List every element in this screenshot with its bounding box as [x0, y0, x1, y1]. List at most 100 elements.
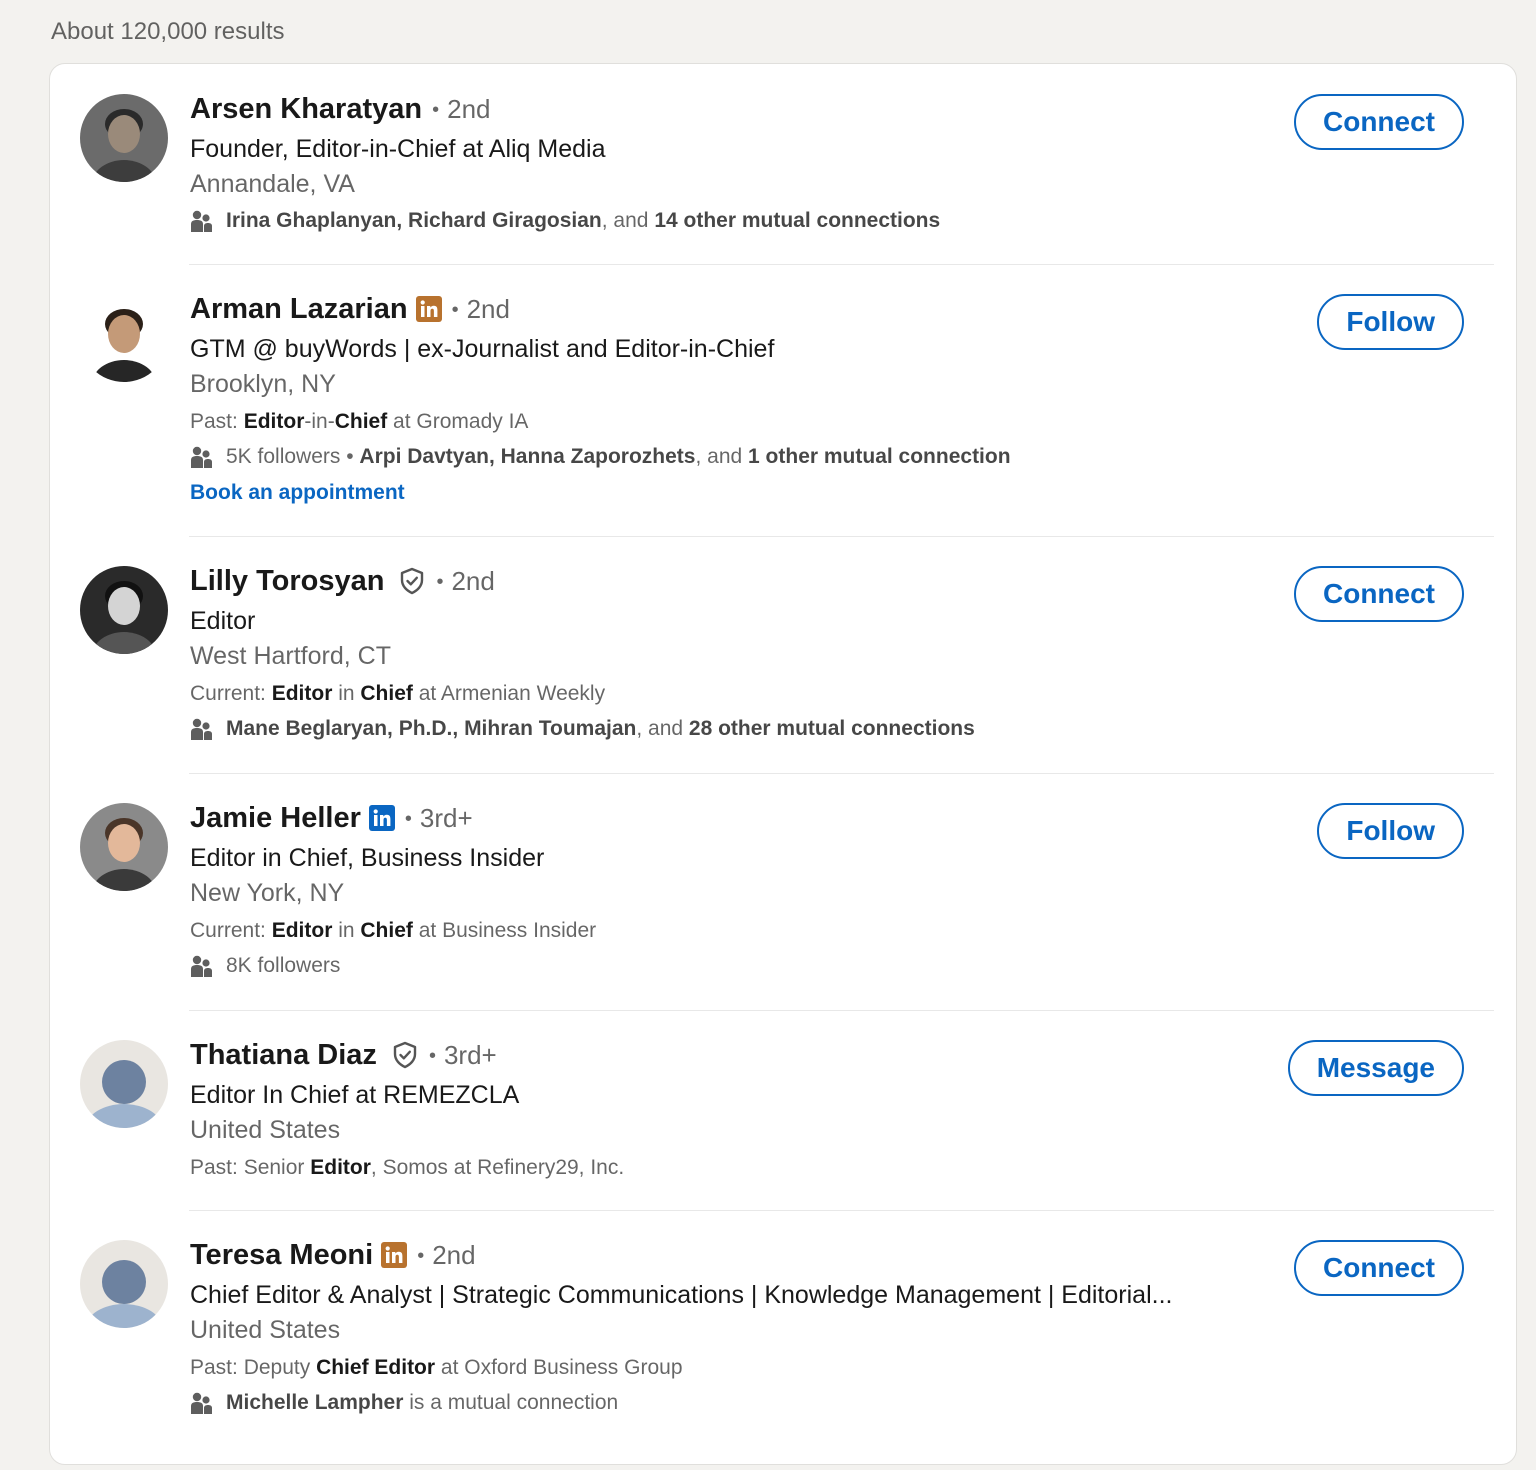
connection-degree: • 2nd: [452, 294, 510, 325]
profile-name[interactable]: Jamie Heller: [190, 802, 361, 835]
profile-summary: Current: Editor in Chief at Armenian Wee…: [190, 674, 1256, 710]
follower-separator: •: [340, 445, 360, 468]
profile-summary: Current: Editor in Chief at Business Ins…: [190, 911, 1256, 947]
summary-prefix: Past: Deputy: [190, 1356, 317, 1379]
mutual-joiner: , and: [636, 717, 689, 740]
follower-count: 5K followers: [226, 445, 341, 468]
result-info: Thatiana Diaz • 3rd+ Editor In Chief at REM…: [190, 1036, 1256, 1184]
profile-location: West Hartford, CT: [190, 642, 391, 670]
result-row: Thatiana Diaz • 3rd+ Editor In Chief at REM…: [50, 1010, 1516, 1210]
profile-headline: Editor: [190, 607, 256, 635]
summary-keyword: Chief Editor: [316, 1356, 436, 1379]
avatar[interactable]: [80, 94, 168, 182]
profile-location: Brooklyn, NY: [190, 370, 336, 398]
profile-location: United States: [190, 1116, 341, 1144]
summary-keyword: Chief: [334, 410, 388, 433]
profile-headline: Editor In Chief at REMEZCLA: [190, 1081, 520, 1109]
profile-headline: Founder, Editor-in-Chief at Aliq Media: [190, 135, 606, 163]
mutual-connections-icon: [190, 209, 214, 233]
degree-separator: •: [417, 1245, 425, 1268]
degree-separator: •: [428, 1045, 436, 1068]
degree-text: 2nd: [432, 1239, 476, 1270]
avatar[interactable]: [80, 566, 168, 654]
avatar-placeholder-icon[interactable]: [80, 1040, 168, 1128]
mutual-connections[interactable]: 5K followers • Arpi Davtyan, Hanna Zapor…: [190, 438, 1256, 476]
name-line: Arsen Kharatyan • 2nd: [190, 90, 1256, 128]
book-appointment-link[interactable]: Book an appointment: [190, 476, 1256, 510]
results-count: About 120,000 results: [51, 18, 285, 45]
mutual-connections[interactable]: Mane Beglaryan, Ph.D., Mihran Toumajan, …: [190, 710, 1256, 748]
summary-text: in: [332, 682, 361, 705]
avatar-placeholder-icon[interactable]: [80, 1240, 168, 1328]
profile-headline: GTM @ buyWords | ex-Journalist and Edito…: [190, 335, 775, 363]
result-row: Jamie Heller • 3rd+ Editor in Chief, Busine…: [50, 773, 1516, 1010]
mutual-connections[interactable]: 8K followers: [190, 947, 1256, 985]
summary-keyword: Chief: [360, 919, 413, 942]
mutual-connections-icon: [190, 1391, 214, 1415]
mutual-count: 14 other mutual connections: [654, 209, 941, 232]
degree-text: 2nd: [447, 93, 491, 124]
connection-degree: • 3rd+: [405, 803, 473, 834]
result-row: Lilly Torosyan • 2nd Editor West Hartford, C…: [50, 536, 1516, 773]
avatar[interactable]: [80, 803, 168, 891]
mutual-connections-icon: [190, 954, 214, 978]
summary-prefix: Current:: [190, 682, 272, 705]
profile-summary: Past: Editor-in-Chief at Gromady IA: [190, 402, 1256, 438]
name-line: Arman Lazarian • 2nd: [190, 290, 1256, 328]
profile-name[interactable]: Arman Lazarian: [190, 293, 408, 326]
result-info: Arman Lazarian • 2nd GTM @ buyWords | ex-Jo…: [190, 290, 1256, 510]
mutual-connections[interactable]: Irina Ghaplanyan, Richard Giragosian, an…: [190, 202, 1256, 240]
avatar[interactable]: [80, 294, 168, 382]
result-row: Teresa Meoni • 2nd Chief Editor & Analyst |…: [50, 1210, 1516, 1470]
degree-text: 2nd: [451, 565, 495, 596]
connection-degree: • 2nd: [436, 566, 494, 597]
follower-count: 8K followers: [226, 954, 341, 977]
mutual-joiner: is a mutual connection: [403, 1391, 619, 1414]
message-button[interactable]: Message: [1287, 1040, 1464, 1096]
connect-button[interactable]: Connect: [1294, 94, 1464, 150]
follow-button[interactable]: Follow: [1317, 294, 1464, 350]
summary-text: -in-: [304, 410, 335, 433]
profile-location: New York, NY: [190, 879, 345, 907]
summary-text: at Gromady IA: [387, 410, 529, 433]
degree-separator: •: [432, 99, 440, 122]
summary-text: at Business Insider: [412, 919, 597, 942]
mutual-connections-icon: [190, 445, 214, 469]
verified-shield-icon: [391, 1041, 419, 1069]
profile-name[interactable]: Teresa Meoni: [190, 1239, 373, 1272]
result-info: Lilly Torosyan • 2nd Editor West Hartford, C…: [190, 562, 1256, 748]
name-line: Thatiana Diaz • 3rd+: [190, 1036, 1256, 1074]
mutual-joiner: , and: [601, 209, 655, 232]
mutual-connections-icon: [190, 717, 214, 741]
connect-button[interactable]: Connect: [1294, 566, 1464, 622]
mutual-names: Mane Beglaryan, Ph.D., Mihran Toumajan: [226, 717, 637, 740]
connect-button[interactable]: Connect: [1294, 1240, 1464, 1296]
mutual-connections[interactable]: Michelle Lampher is a mutual connection: [190, 1384, 1256, 1422]
connection-degree: • 2nd: [432, 94, 490, 125]
follow-button[interactable]: Follow: [1317, 803, 1464, 859]
summary-keyword: Editor: [243, 410, 305, 433]
degree-text: 2nd: [466, 293, 510, 324]
degree-text: 3rd+: [419, 802, 473, 833]
profile-summary: Past: Deputy Chief Editor at Oxford Busi…: [190, 1348, 1256, 1384]
summary-keyword: Editor: [271, 919, 333, 942]
mutual-names: Irina Ghaplanyan, Richard Giragosian: [226, 209, 602, 232]
mutual-names: Michelle Lampher: [226, 1391, 404, 1414]
linkedin-premium-icon: [415, 296, 442, 322]
result-row: Arman Lazarian • 2nd GTM @ buyWords | ex-Jo…: [50, 264, 1516, 536]
connection-degree: • 2nd: [417, 1240, 475, 1271]
profile-name[interactable]: Lilly Torosyan: [190, 565, 384, 598]
degree-text: 3rd+: [443, 1039, 497, 1070]
profile-name[interactable]: Thatiana Diaz: [190, 1039, 377, 1072]
linkedin-premium-icon: [368, 805, 395, 831]
summary-prefix: Past:: [190, 410, 244, 433]
mutual-count: 28 other mutual connections: [688, 717, 975, 740]
profile-name[interactable]: Arsen Kharatyan: [190, 93, 422, 126]
degree-separator: •: [451, 299, 459, 322]
profile-headline: Chief Editor & Analyst | Strategic Commu…: [190, 1281, 1173, 1309]
profile-location: United States: [190, 1316, 341, 1344]
mutual-names: Arpi Davtyan, Hanna Zaporozhets: [359, 445, 696, 468]
name-line: Teresa Meoni • 2nd: [190, 1236, 1256, 1274]
degree-separator: •: [404, 808, 412, 831]
name-line: Lilly Torosyan • 2nd: [190, 562, 1256, 600]
